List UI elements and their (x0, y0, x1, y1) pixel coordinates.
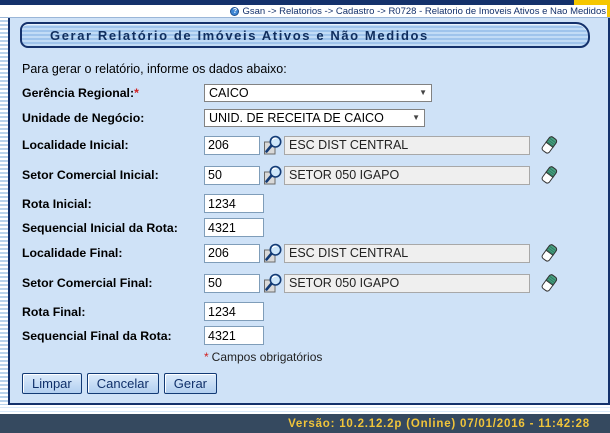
localidade-final-label: Localidade Final: (22, 246, 204, 260)
setor-comercial-inicial-search-button[interactable] (263, 165, 283, 186)
setor-comercial-final-description: SETOR 050 IGAPO (284, 274, 530, 293)
localidade-inicial-description: ESC DIST CENTRAL (284, 136, 530, 155)
help-icon[interactable]: ? (230, 7, 239, 16)
localidade-inicial-code-input[interactable] (204, 136, 260, 155)
localidade-inicial-search-button[interactable] (263, 135, 283, 156)
gerencia-regional-select[interactable]: CAICO ▼ (204, 84, 432, 102)
footer-gap-strip (0, 405, 610, 414)
setor-comercial-inicial-clear-button[interactable] (539, 164, 559, 186)
top-yellow-accent (574, 0, 610, 5)
sequencial-final-input[interactable] (204, 326, 264, 345)
sequencial-inicial-label: Sequencial Inicial da Rota: (22, 221, 204, 235)
version-text: Versão: 10.2.12.2p (Online) 07/01/2016 -… (288, 418, 590, 430)
unidade-negocio-value: UNID. DE RECEITA DE CAICO (209, 111, 384, 125)
row-rota-final: Rota Final: (22, 302, 594, 321)
eraser-icon (539, 164, 559, 186)
magnifier-icon (263, 165, 283, 186)
sequencial-final-label: Sequencial Final da Rota: (22, 329, 204, 343)
localidade-final-description: ESC DIST CENTRAL (284, 244, 530, 263)
top-frame-bar (0, 0, 610, 5)
eraser-icon (539, 242, 559, 264)
setor-comercial-final-code-input[interactable] (204, 274, 260, 293)
setor-comercial-final-label: Setor Comercial Final: (22, 276, 204, 290)
localidade-inicial-clear-button[interactable] (539, 134, 559, 156)
rota-inicial-label: Rota Inicial: (22, 197, 204, 211)
actions-bar: Limpar Cancelar Gerar (22, 373, 590, 394)
required-asterisk: * (204, 350, 209, 364)
row-unidade-negocio: Unidade de Negócio: UNID. DE RECEITA DE … (22, 109, 594, 127)
gerencia-regional-label: Gerência Regional:* (22, 86, 204, 100)
row-rota-inicial: Rota Inicial: (22, 194, 594, 213)
magnifier-icon (263, 273, 283, 294)
localidade-final-search-button[interactable] (263, 243, 283, 264)
rota-inicial-input[interactable] (204, 194, 264, 213)
page-title: Gerar Relatório de Imóveis Ativos e Não … (20, 22, 590, 48)
localidade-final-code-input[interactable] (204, 244, 260, 263)
form-panel: Gerar Relatório de Imóveis Ativos e Não … (8, 18, 610, 405)
row-setor-comercial-inicial: Setor Comercial Inicial: SETOR 050 IGAPO (22, 164, 594, 186)
setor-comercial-inicial-code-input[interactable] (204, 166, 260, 185)
magnifier-icon (263, 243, 283, 264)
breadcrumb-bar: ? Gsan -> Relatorios -> Cadastro -> R072… (0, 5, 610, 17)
eraser-icon (539, 134, 559, 156)
row-localidade-final: Localidade Final: ESC DIST CENTRAL (22, 242, 594, 264)
left-striped-rail (0, 18, 8, 405)
required-asterisk: * (134, 86, 139, 100)
row-gerencia-regional: Gerência Regional:* CAICO ▼ (22, 84, 594, 102)
chevron-down-icon: ▼ (419, 89, 427, 97)
setor-comercial-final-search-button[interactable] (263, 273, 283, 294)
limpar-button[interactable]: Limpar (22, 373, 82, 394)
localidade-final-clear-button[interactable] (539, 242, 559, 264)
breadcrumb[interactable]: Gsan -> Relatorios -> Cadastro -> R0728 … (242, 6, 606, 17)
intro-text: Para gerar o relatório, informe os dados… (22, 62, 594, 76)
eraser-icon (539, 272, 559, 294)
row-sequencial-final: Sequencial Final da Rota: (22, 326, 594, 345)
row-localidade-inicial: Localidade Inicial: ESC DIST CENTRAL (22, 134, 594, 156)
unidade-negocio-select[interactable]: UNID. DE RECEITA DE CAICO ▼ (204, 109, 425, 127)
setor-comercial-inicial-label: Setor Comercial Inicial: (22, 168, 204, 182)
localidade-inicial-label: Localidade Inicial: (22, 138, 204, 152)
sequencial-inicial-input[interactable] (204, 218, 264, 237)
row-sequencial-inicial: Sequencial Inicial da Rota: (22, 218, 594, 237)
gerar-button[interactable]: Gerar (164, 373, 217, 394)
required-fields-note: *Campos obrigatórios (204, 350, 594, 364)
rota-final-input[interactable] (204, 302, 264, 321)
setor-comercial-inicial-description: SETOR 050 IGAPO (284, 166, 530, 185)
cancelar-button[interactable]: Cancelar (87, 373, 159, 394)
gerencia-regional-value: CAICO (209, 86, 249, 100)
footer-bar: Versão: 10.2.12.2p (Online) 07/01/2016 -… (0, 414, 610, 433)
setor-comercial-final-clear-button[interactable] (539, 272, 559, 294)
magnifier-icon (263, 135, 283, 156)
chevron-down-icon: ▼ (412, 114, 420, 122)
unidade-negocio-label: Unidade de Negócio: (22, 111, 204, 125)
row-setor-comercial-final: Setor Comercial Final: SETOR 050 IGAPO (22, 272, 594, 294)
rota-final-label: Rota Final: (22, 305, 204, 319)
